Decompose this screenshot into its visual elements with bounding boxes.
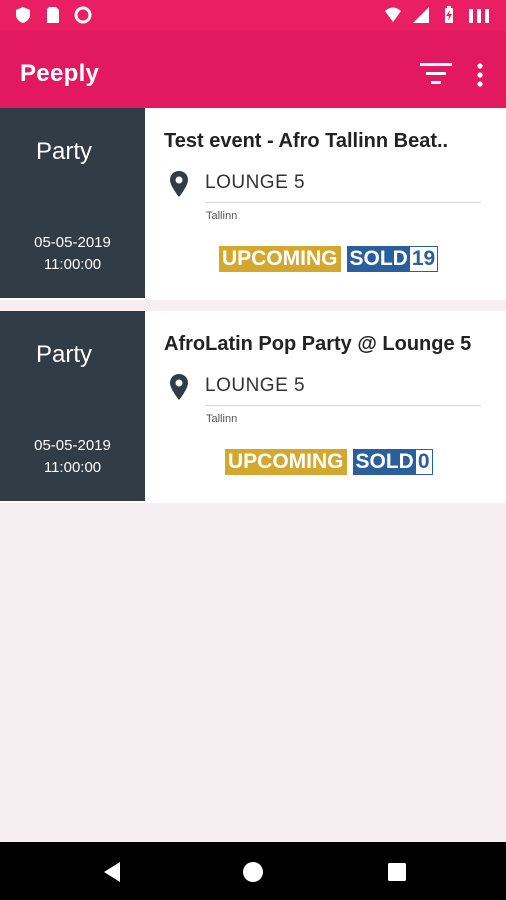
event-title: Test event - Afro Tallinn Beat.. bbox=[164, 130, 449, 152]
sold-count: 0 bbox=[415, 450, 432, 474]
event-card[interactable]: Party 05-05-2019 11:00:00 AfroLatin Pop … bbox=[0, 311, 506, 503]
event-datetime: 05-05-2019 11:00:00 bbox=[0, 232, 145, 276]
location-pin-icon bbox=[170, 374, 188, 400]
event-card[interactable]: Party 05-05-2019 11:00:00 Test event - A… bbox=[0, 108, 506, 300]
event-venue: LOUNGE 5 bbox=[205, 375, 306, 396]
status-bar-right bbox=[384, 6, 496, 24]
sim-card-icon bbox=[47, 7, 59, 23]
battery-charging-icon bbox=[445, 6, 453, 23]
status-badge: UPCOMING bbox=[219, 246, 341, 272]
event-venue: LOUNGE 5 bbox=[205, 172, 306, 193]
status-bar bbox=[0, 0, 506, 32]
wifi-icon bbox=[385, 7, 401, 22]
signal-bars-icon bbox=[469, 9, 489, 23]
sold-count: 19 bbox=[409, 247, 438, 271]
event-date: 05-05-2019 bbox=[34, 437, 111, 454]
divider bbox=[205, 405, 481, 406]
event-city: Tallinn bbox=[206, 210, 238, 222]
event-title: AfroLatin Pop Party @ Lounge 5 bbox=[164, 333, 472, 355]
event-time: 11:00:00 bbox=[43, 459, 102, 476]
circle-icon bbox=[74, 6, 92, 24]
app-title: Peeply bbox=[20, 60, 100, 87]
event-category: Party bbox=[35, 341, 92, 368]
event-time: 11:00:00 bbox=[43, 256, 102, 273]
system-nav-bar bbox=[0, 842, 506, 900]
more-vert-icon[interactable] bbox=[470, 62, 490, 88]
signal-icon bbox=[413, 7, 429, 23]
event-city: Tallinn bbox=[206, 413, 238, 425]
divider bbox=[205, 202, 481, 203]
app-bar: Peeply bbox=[0, 32, 506, 108]
event-date-panel: Party 05-05-2019 11:00:00 bbox=[0, 108, 145, 298]
sold-label: SOLD bbox=[353, 450, 416, 474]
sold-badge: SOLD 0 bbox=[352, 449, 433, 475]
sold-badge: SOLD 19 bbox=[346, 246, 439, 272]
event-date-panel: Party 05-05-2019 11:00:00 bbox=[0, 311, 145, 501]
filter-icon[interactable] bbox=[418, 60, 454, 88]
shield-icon bbox=[16, 7, 30, 23]
event-badges: UPCOMING SOLD 0 bbox=[225, 449, 433, 475]
recents-icon[interactable] bbox=[385, 860, 409, 884]
event-badges: UPCOMING SOLD 19 bbox=[219, 246, 439, 272]
event-category: Party bbox=[35, 138, 92, 165]
event-date: 05-05-2019 bbox=[34, 234, 111, 251]
location-pin-icon bbox=[170, 171, 188, 197]
sold-label: SOLD bbox=[347, 247, 410, 271]
back-icon[interactable] bbox=[100, 860, 124, 884]
status-bar-left bbox=[14, 6, 92, 24]
event-datetime: 05-05-2019 11:00:00 bbox=[0, 435, 145, 479]
status-badge: UPCOMING bbox=[225, 449, 347, 475]
home-icon[interactable] bbox=[241, 860, 265, 884]
